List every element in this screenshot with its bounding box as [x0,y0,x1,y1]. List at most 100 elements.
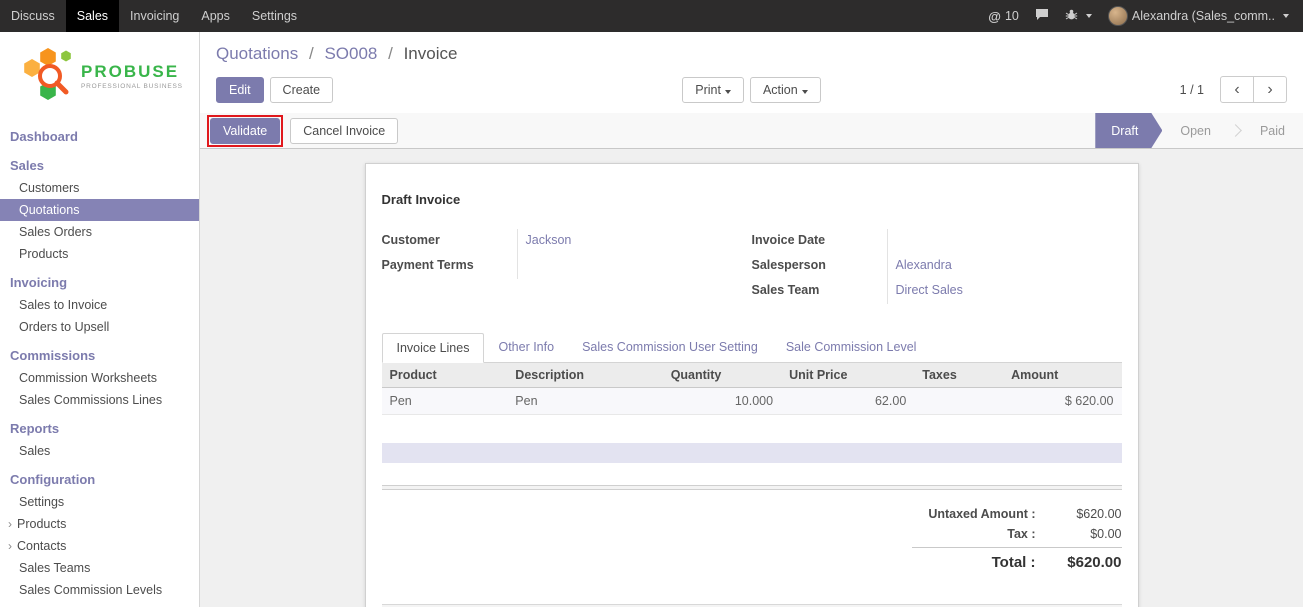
sidebar-item-settings[interactable]: Settings [0,491,199,513]
header-taxes: Taxes [914,363,1003,388]
app-menus: Discuss Sales Invoicing Apps Settings [0,0,308,32]
cell-taxes [914,388,1003,415]
brand-tagline: PROFESSIONAL BUSINESS [81,83,183,90]
validate-button[interactable]: Validate [210,118,280,144]
tax-value: $0.00 [1052,527,1122,541]
sidebar: PROBUSE PROFESSIONAL BUSINESS Dashboard … [0,32,200,607]
invoice-date-value [887,229,1122,254]
sidebar-item-sales-teams[interactable]: Sales Teams [0,557,199,579]
total-value: $620.00 [1052,554,1122,571]
untaxed-amount-row: Untaxed Amount : $620.00 [912,504,1122,524]
sidebar-item-contacts[interactable]: Contacts [0,535,199,557]
cell-description: Pen [507,388,662,415]
total-row: Total : $620.00 [912,547,1122,574]
customer-value[interactable]: Jackson [517,229,752,254]
sidebar-item-customers[interactable]: Customers [0,177,199,199]
edit-button[interactable]: Edit [216,77,264,103]
notebook-tabs: Invoice Lines Other Info Sales Commissio… [382,332,1122,363]
sidebar-item-sales-commissions-lines[interactable]: Sales Commissions Lines [0,389,199,411]
header-description: Description [507,363,662,388]
form-view-background: Draft Invoice Customer Jackson Payment T… [200,149,1303,607]
left-field-group: Customer Jackson Payment Terms [382,229,752,304]
empty-line-highlight [382,443,1122,463]
menu-invoicing[interactable]: Invoicing [119,0,190,32]
action-dropdown-button[interactable]: Action [750,77,821,103]
state-open[interactable]: Open [1162,113,1229,148]
pager-counter[interactable]: 1 / 1 [1180,83,1204,97]
breadcrumb-current: Invoice [404,44,458,63]
brand-name: PROBUSE [81,63,183,82]
main-panel: Quotations / SO008 / Invoice Edit Create… [200,32,1303,607]
mention-icon [988,9,1001,24]
sales-team-value[interactable]: Direct Sales [887,279,1122,304]
user-name-label: Alexandra (Sales_comm.. [1132,9,1275,23]
table-header-row: Product Description Quantity Unit Price … [382,363,1122,388]
tab-other-info[interactable]: Other Info [484,333,568,363]
sidebar-item-commission-worksheets[interactable]: Commission Worksheets [0,367,199,389]
tax-row: Tax : $0.00 [912,524,1122,544]
breadcrumb-so008[interactable]: SO008 [324,44,377,63]
sidebar-section-reports[interactable]: Reports [0,417,199,440]
print-dropdown-button[interactable]: Print [682,77,744,103]
statusbar: Validate Cancel Invoice Draft Open Paid [200,113,1303,149]
breadcrumb-quotations[interactable]: Quotations [216,44,298,63]
pager: ‹ › [1220,76,1287,103]
chevron-down-icon [802,90,808,94]
sidebar-section-dashboard[interactable]: Dashboard [0,125,199,148]
sidebar-item-orders-to-upsell[interactable]: Orders to Upsell [0,316,199,338]
menu-apps[interactable]: Apps [190,0,241,32]
header-amount: Amount [1003,363,1121,388]
menu-discuss[interactable]: Discuss [0,0,66,32]
salesperson-label: Salesperson [752,254,887,279]
untaxed-amount-label: Untaxed Amount : [912,507,1052,521]
header-unit-price: Unit Price [781,363,914,388]
tab-sale-commission-level[interactable]: Sale Commission Level [772,333,931,363]
cancel-invoice-button[interactable]: Cancel Invoice [290,118,398,144]
sales-team-label: Sales Team [752,279,887,304]
messages-button[interactable] [1035,8,1049,24]
right-field-group: Invoice Date Salesperson Alexandra Sales… [752,229,1122,304]
bug-icon [1065,9,1078,24]
mentions-button[interactable]: 10 [988,9,1019,24]
untaxed-amount-value: $620.00 [1052,507,1122,521]
state-draft[interactable]: Draft [1095,113,1162,148]
mention-count: 10 [1005,9,1019,23]
cell-quantity: 10.000 [663,388,781,415]
user-menu[interactable]: Alexandra (Sales_comm.. [1108,6,1289,26]
invoice-lines-table: Product Description Quantity Unit Price … [382,363,1122,415]
sidebar-item-sales-to-invoice[interactable]: Sales to Invoice [0,294,199,316]
sidebar-item-reports-sales[interactable]: Sales [0,440,199,462]
expand-icon [8,517,17,531]
pager-previous-button[interactable]: ‹ [1220,76,1254,103]
table-row[interactable]: Pen Pen 10.000 62.00 $ 620.00 [382,388,1122,415]
sidebar-item-sales-orders[interactable]: Sales Orders [0,221,199,243]
chat-bubble-icon [1035,8,1049,24]
sidebar-item-products[interactable]: Products [0,243,199,265]
sidebar-item-label: Contacts [17,539,66,553]
chevron-right-icon [1229,124,1242,137]
debug-menu-button[interactable] [1065,9,1092,24]
cell-product: Pen [382,388,508,415]
pager-next-button[interactable]: › [1253,76,1287,103]
menu-sales[interactable]: Sales [66,0,119,32]
header-product: Product [382,363,508,388]
customer-label: Customer [382,229,517,254]
sidebar-section-configuration[interactable]: Configuration [0,468,199,491]
app-window: Discuss Sales Invoicing Apps Settings 10 [0,0,1303,607]
cell-amount: $ 620.00 [1003,388,1121,415]
menu-settings[interactable]: Settings [241,0,308,32]
tax-label: Tax : [912,527,1052,541]
sidebar-item-config-products[interactable]: Products [0,513,199,535]
sidebar-item-sales-commission-levels[interactable]: Sales Commission Levels [0,579,199,601]
salesperson-value[interactable]: Alexandra [887,254,1122,279]
breadcrumb: Quotations / SO008 / Invoice [216,44,1287,64]
invoice-date-label: Invoice Date [752,229,887,254]
state-paid[interactable]: Paid [1242,113,1303,148]
tab-invoice-lines[interactable]: Invoice Lines [382,333,485,363]
sidebar-section-commissions[interactable]: Commissions [0,344,199,367]
create-button[interactable]: Create [270,77,334,103]
sidebar-section-sales[interactable]: Sales [0,154,199,177]
sidebar-section-invoicing[interactable]: Invoicing [0,271,199,294]
sidebar-item-quotations[interactable]: Quotations [0,199,199,221]
tab-sales-commission-user-setting[interactable]: Sales Commission User Setting [568,333,772,363]
